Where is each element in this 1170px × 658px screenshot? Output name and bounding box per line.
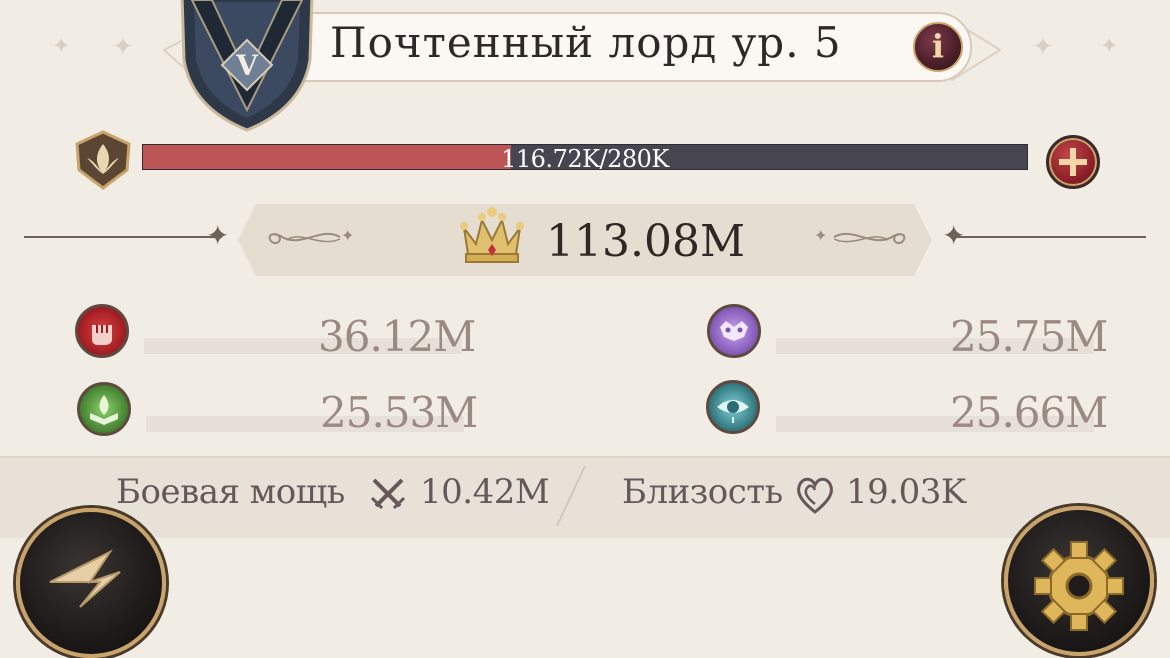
eye-icon <box>706 380 760 434</box>
quill-icon <box>49 549 121 608</box>
stat-value: 25.75M <box>950 312 1108 361</box>
stat-value: 25.66M <box>950 388 1108 437</box>
experience-text: 116.72K/280K <box>501 145 669 173</box>
experience-bar: 116.72K/280K <box>142 144 1028 173</box>
settings-button[interactable] <box>1004 506 1154 656</box>
flourish-left-icon <box>268 232 341 244</box>
plus-icon <box>1059 148 1087 176</box>
sparkle-icon: ✦ <box>1032 32 1054 62</box>
page-title: Почтенный лорд ур. 5 <box>330 18 842 67</box>
ornament-line-right <box>950 236 1146 238</box>
book-leaf-icon <box>77 382 131 436</box>
gear-icon <box>1034 541 1124 631</box>
shield-letter: V <box>235 49 259 82</box>
fist-icon <box>75 304 129 358</box>
crown-icon <box>460 207 524 263</box>
sparkle-icon: ✦ <box>341 226 355 245</box>
sparkle-icon: ✦ <box>206 219 230 252</box>
combat-power-value: 10.42M <box>420 472 550 512</box>
intimacy-label: Близость <box>622 472 783 512</box>
info-button[interactable]: i <box>913 22 963 72</box>
sparkle-icon: ✦ <box>52 34 71 59</box>
intimacy-value: 19.03K <box>846 472 966 512</box>
rank-shield-icon: V <box>180 0 314 132</box>
back-button[interactable] <box>16 508 166 658</box>
sparkle-icon: ✦ <box>814 226 828 245</box>
flourish-right-icon <box>833 232 906 244</box>
stat-value: 25.53M <box>320 388 478 437</box>
sparkle-icon: ✦ <box>942 219 966 252</box>
sparkle-icon: ✦ <box>112 32 134 62</box>
heart-icon <box>797 477 833 514</box>
combat-power-label: Боевая мощь <box>116 472 345 512</box>
add-experience-button[interactable] <box>1046 135 1100 189</box>
ornament-line-left <box>24 236 222 238</box>
sparkle-icon: ✦ <box>1100 34 1119 59</box>
crossed-swords-icon <box>370 478 406 510</box>
lotus-badge-icon <box>75 130 131 190</box>
stat-value: 36.12M <box>318 312 476 361</box>
power-value: 113.08M <box>546 216 746 267</box>
mask-icon <box>707 304 761 358</box>
